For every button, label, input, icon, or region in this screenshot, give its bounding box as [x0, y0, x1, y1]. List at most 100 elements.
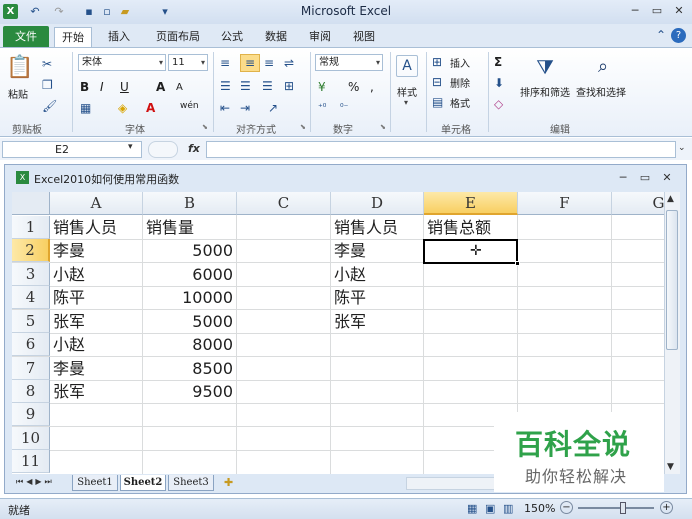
- sort-filter-icon[interactable]: ⧩: [532, 54, 558, 80]
- row-header-10[interactable]: 10: [12, 427, 50, 451]
- increase-indent-icon[interactable]: ⇥: [240, 100, 250, 116]
- zoom-slider-thumb[interactable]: [620, 502, 626, 514]
- cell-a8[interactable]: 张军: [50, 380, 142, 403]
- comma-button[interactable]: ,: [370, 79, 374, 95]
- cell-d5[interactable]: 张军: [331, 310, 423, 333]
- restore-icon[interactable]: ▭: [648, 3, 666, 19]
- border-icon[interactable]: ▦: [80, 100, 91, 116]
- tab-formulas[interactable]: 公式: [214, 27, 250, 48]
- scroll-thumb[interactable]: [666, 210, 678, 350]
- cell-d3[interactable]: 小赵: [331, 263, 423, 286]
- help-icon[interactable]: ⌃: [656, 28, 666, 42]
- italic-button[interactable]: I: [100, 79, 104, 95]
- find-select-icon[interactable]: ⌕: [590, 54, 616, 80]
- cell-b5[interactable]: 5000: [143, 310, 236, 333]
- dialog-launcher-icon[interactable]: ⬊: [300, 123, 306, 131]
- find-select-button[interactable]: 查找和选择: [576, 84, 626, 99]
- percent-button[interactable]: %: [348, 79, 359, 95]
- insert-cells-button[interactable]: 插入: [450, 55, 470, 70]
- copy-icon[interactable]: ❐: [42, 77, 53, 93]
- help-question-icon[interactable]: ?: [671, 28, 686, 43]
- align-bottom-icon[interactable]: ≡: [264, 55, 274, 71]
- tab-insert[interactable]: 插入: [100, 27, 138, 48]
- cell-a7[interactable]: 李曼: [50, 357, 142, 380]
- autosum-icon[interactable]: Σ: [494, 54, 502, 70]
- zoom-in-icon[interactable]: +: [660, 501, 673, 514]
- align-right-icon[interactable]: ☰: [262, 78, 273, 94]
- cell-b3[interactable]: 6000: [143, 263, 236, 286]
- cell-d1[interactable]: 销售人员: [331, 216, 423, 239]
- styles-icon[interactable]: A: [396, 55, 418, 77]
- formula-input[interactable]: [206, 141, 676, 158]
- column-header-b[interactable]: B: [143, 192, 237, 215]
- decrease-decimal-icon[interactable]: ⁰⁻: [340, 100, 348, 116]
- column-header-a[interactable]: A: [50, 192, 143, 215]
- cell-b8[interactable]: 9500: [143, 380, 236, 403]
- align-middle-icon[interactable]: ≡: [240, 54, 260, 72]
- insert-function-button[interactable]: fx: [188, 142, 200, 155]
- zoom-level[interactable]: 150%: [524, 502, 555, 515]
- column-header-g[interactable]: G: [612, 192, 664, 215]
- scroll-down-icon[interactable]: ▼: [667, 462, 674, 472]
- normal-view-icon[interactable]: ▦: [467, 502, 477, 515]
- tab-home[interactable]: 开始: [54, 27, 92, 48]
- sheet-tab-1[interactable]: Sheet1: [72, 475, 118, 491]
- fill-color-icon[interactable]: ◈: [118, 100, 127, 116]
- insert-cells-icon[interactable]: ⊞: [432, 54, 442, 70]
- column-header-e[interactable]: E: [424, 192, 518, 215]
- dialog-launcher-icon[interactable]: ⬊: [380, 123, 386, 131]
- format-cells-icon[interactable]: ▤: [432, 94, 443, 110]
- align-top-icon[interactable]: ≡: [220, 55, 230, 71]
- paste-button[interactable]: 粘贴: [8, 86, 28, 101]
- currency-icon[interactable]: ¥: [318, 79, 326, 95]
- workbook-minimize-icon[interactable]: ─: [614, 170, 632, 186]
- row-header-3[interactable]: 3: [12, 263, 50, 287]
- cell-b7[interactable]: 8500: [143, 357, 236, 380]
- decrease-indent-icon[interactable]: ⇤: [220, 100, 230, 116]
- row-header-8[interactable]: 8: [12, 380, 50, 404]
- delete-cells-icon[interactable]: ⊟: [432, 74, 442, 90]
- page-layout-view-icon[interactable]: ▣: [485, 502, 495, 515]
- tab-data[interactable]: 数据: [258, 27, 294, 48]
- column-header-d[interactable]: D: [331, 192, 424, 215]
- cell-a3[interactable]: 小赵: [50, 263, 142, 286]
- number-format-combo[interactable]: 常规 ▾: [315, 54, 383, 71]
- column-header-f[interactable]: F: [518, 192, 612, 215]
- increase-decimal-icon[interactable]: ⁺⁰: [318, 100, 326, 116]
- row-header-7[interactable]: 7: [12, 357, 50, 381]
- close-icon[interactable]: ✕: [670, 3, 688, 19]
- wrap-text-icon[interactable]: ⇌: [284, 55, 294, 71]
- cell-b1[interactable]: 销售量: [143, 216, 236, 239]
- cut-icon[interactable]: ✂: [42, 56, 52, 72]
- orientation-icon[interactable]: ↗: [268, 100, 278, 116]
- cell-d4[interactable]: 陈平: [331, 286, 423, 309]
- paste-icon[interactable]: 📋: [6, 54, 33, 82]
- cell-a4[interactable]: 陈平: [50, 286, 142, 309]
- cell-b4[interactable]: 10000: [143, 286, 236, 309]
- cell-b6[interactable]: 8000: [143, 333, 236, 356]
- styles-button[interactable]: 样式: [397, 84, 417, 99]
- tab-view[interactable]: 视图: [346, 27, 382, 48]
- cell-b2[interactable]: 5000: [143, 239, 236, 262]
- zoom-slider[interactable]: [578, 507, 654, 509]
- chevron-down-icon[interactable]: ▾: [128, 142, 133, 152]
- align-center-icon[interactable]: ☰: [240, 78, 251, 94]
- row-header-11[interactable]: 11: [12, 450, 50, 474]
- row-header-5[interactable]: 5: [12, 310, 50, 334]
- insert-sheet-icon[interactable]: ✚: [224, 476, 233, 489]
- sheet-nav-icon[interactable]: ⏮◀▶⏭: [16, 477, 55, 487]
- font-color-icon[interactable]: A: [146, 100, 155, 116]
- fill-handle[interactable]: [515, 261, 520, 266]
- tab-review[interactable]: 审阅: [302, 27, 338, 48]
- select-all-corner[interactable]: [12, 192, 50, 215]
- zoom-out-icon[interactable]: −: [560, 501, 573, 514]
- tab-page-layout[interactable]: 页面布局: [148, 27, 208, 48]
- sort-filter-button[interactable]: 排序和筛选: [520, 84, 570, 99]
- name-box[interactable]: E2: [2, 141, 142, 158]
- font-name-combo[interactable]: 宋体 ▾: [78, 54, 166, 71]
- tab-file[interactable]: 文件: [3, 26, 49, 47]
- dialog-launcher-icon[interactable]: ⬊: [202, 123, 208, 131]
- scroll-up-icon[interactable]: ▲: [667, 194, 674, 204]
- expand-formula-bar-icon[interactable]: ⌄: [678, 143, 686, 153]
- row-header-1[interactable]: 1: [12, 216, 50, 240]
